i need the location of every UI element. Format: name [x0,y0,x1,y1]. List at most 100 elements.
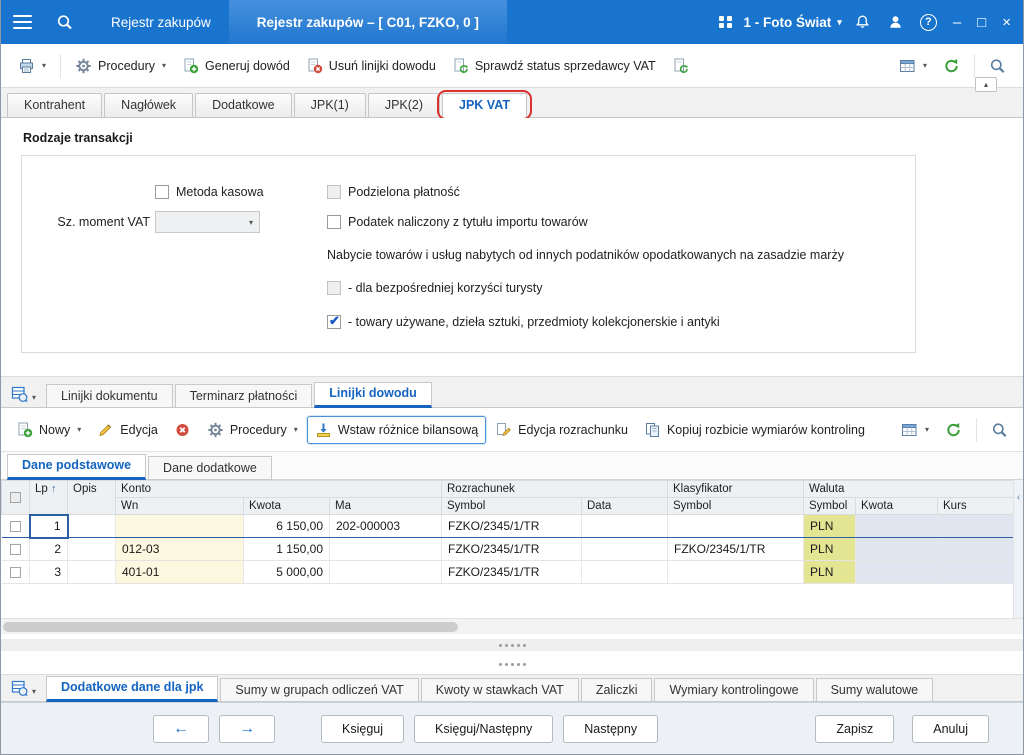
tab-kontrahent[interactable]: Kontrahent [7,93,102,118]
grid-procedures-button[interactable]: Procedury ▾ [200,417,305,443]
cell-ma[interactable] [330,561,442,584]
cell-wn[interactable] [116,515,244,538]
cell-rozrachunek-symbol[interactable]: FZKO/2345/1/TR [442,561,582,584]
checkbox-towary-uzywane[interactable]: - towary używane, dzieła sztuki, przedmi… [327,315,720,329]
cell-select[interactable] [2,538,30,561]
checkbox-icon[interactable] [155,185,169,199]
cell-rozrachunek-symbol[interactable]: FZKO/2345/1/TR [442,515,582,538]
procedures-button[interactable]: Procedury ▾ [68,53,173,79]
row-checkbox[interactable] [10,567,21,578]
column-header-opis[interactable]: Opis [68,481,116,515]
copy-dimension-split-button[interactable]: Kopiuj rozbicie wymiarów kontroling [637,417,872,443]
scrollbar-thumb[interactable] [3,622,458,632]
cell-kurs[interactable] [938,561,1016,584]
tab-dane-dodatkowe[interactable]: Dane dodatkowe [148,456,272,480]
checkbox-korzysc-turysty[interactable]: - dla bezpośredniej korzyści turysty [327,281,543,295]
cell-opis[interactable] [68,515,116,538]
cell-klasyfikator-symbol[interactable]: FZKO/2345/1/TR [668,538,804,561]
column-header-kwota[interactable]: Kwota [244,498,330,515]
cell-lp[interactable]: 3 [30,561,68,584]
zapisz-button[interactable]: Zapisz [815,715,894,743]
tab-sumy-grupy-odliczen[interactable]: Sumy w grupach odliczeń VAT [220,678,418,702]
print-button[interactable]: ▾ [11,53,53,79]
column-header-klasyfikator-symbol[interactable]: Symbol [668,498,804,515]
tab-wymiary-kontrolingowe[interactable]: Wymiary kontrolingowe [654,678,813,702]
cell-kwota[interactable]: 5 000,00 [244,561,330,584]
cell-opis[interactable] [68,561,116,584]
cell-rozrachunek-symbol[interactable]: FZKO/2345/1/TR [442,538,582,561]
edit-line-button[interactable]: Edycja [90,417,165,443]
check-vat-status-icon-button[interactable] [665,53,696,79]
close-button[interactable]: × [994,0,1019,44]
maximize-button[interactable]: □ [969,0,994,44]
cell-lp[interactable]: 1 [30,515,68,538]
grid-refresh-button[interactable] [938,417,969,443]
cell-wn[interactable]: 401-01 [116,561,244,584]
column-header-lp[interactable]: Lp ↑ [30,481,68,515]
checkbox-icon[interactable] [327,281,341,295]
previous-record-button[interactable]: ← [153,715,209,743]
view-settings-button[interactable]: ▾ [892,53,934,79]
tab-dane-podstawowe[interactable]: Dane podstawowe [7,454,146,480]
tab-jpk1[interactable]: JPK(1) [294,93,366,118]
header-checkbox[interactable] [10,492,21,503]
notifications-button[interactable] [846,0,879,44]
select-all-header[interactable] [2,481,30,515]
global-search-button[interactable] [44,0,85,44]
cell-klasyfikator-symbol[interactable] [668,515,804,538]
cell-waluta-kwota[interactable] [856,515,938,538]
cell-wn[interactable]: 012-03 [116,538,244,561]
table-row[interactable]: 2 012-03 1 150,00 FZKO/2345/1/TR FZKO/23… [2,538,1016,561]
cell-select[interactable] [2,515,30,538]
cell-kwota[interactable]: 1 150,00 [244,538,330,561]
column-header-symbol[interactable]: Symbol [442,498,582,515]
tab-linijki-dowodu[interactable]: Linijki dowodu [314,382,432,408]
tab-linijki-dokumentu[interactable]: Linijki dokumentu [46,384,173,408]
anuluj-button[interactable]: Anuluj [912,715,989,743]
horizontal-scrollbar[interactable] [1,618,1023,634]
cell-waluta[interactable]: PLN [804,561,856,584]
cell-kurs[interactable] [938,538,1016,561]
cell-opis[interactable] [68,538,116,561]
grid-search-button[interactable] [984,417,1015,443]
hamburger-menu-button[interactable] [1,0,44,44]
insert-balance-difference-button[interactable]: Wstaw różnice bilansową [307,416,486,444]
tab-zaliczki[interactable]: Zaliczki [581,678,653,702]
user-button[interactable] [879,0,912,44]
refresh-button[interactable] [936,53,967,79]
ribbon-collapse-button[interactable]: ▴ [975,77,997,92]
cell-ma[interactable]: 202-000003 [330,515,442,538]
column-panel-collapse-button[interactable]: ‹ [1013,480,1023,618]
checkbox-checked-icon[interactable] [327,315,341,329]
checkbox-metoda-kasowa[interactable]: Metoda kasowa [155,185,264,199]
cell-data[interactable] [582,538,668,561]
table-row[interactable]: 1 6 150,00 202-000003 FZKO/2345/1/TR PLN [2,515,1016,538]
quick-search-button[interactable] [982,53,1013,79]
row-checkbox[interactable] [10,544,21,555]
delete-line-button[interactable] [167,417,198,443]
tab-sumy-walutowe[interactable]: Sumy walutowe [816,678,934,702]
document-tab-active[interactable]: Rejestr zakupów – [ C01, FZKO, 0 ] [229,0,507,44]
column-header-wn[interactable]: Wn [116,498,244,515]
tab-dodatkowe[interactable]: Dodatkowe [195,93,292,118]
checkbox-podatek-import[interactable]: Podatek naliczony z tytułu importu towar… [327,215,588,229]
tab-jpk2[interactable]: JPK(2) [368,93,440,118]
cell-waluta-kwota[interactable] [856,538,938,561]
table-row[interactable]: 3 401-01 5 000,00 FZKO/2345/1/TR PLN [2,561,1016,584]
column-header-kurs[interactable]: Kurs [938,498,1016,515]
tab-kwoty-stawki-vat[interactable]: Kwoty w stawkach VAT [421,678,579,702]
list-organizer-button[interactable]: ▾ [7,386,44,407]
minimize-button[interactable]: – [945,0,969,44]
tab-terminarz-platnosci[interactable]: Terminarz płatności [175,384,313,408]
apps-grid-icon[interactable] [719,16,732,29]
check-vat-status-button[interactable]: Sprawdź status sprzedawcy VAT [445,53,663,79]
tab-naglowek[interactable]: Nagłówek [104,93,193,118]
ksieguj-button[interactable]: Księguj [321,715,404,743]
cell-lp[interactable]: 2 [30,538,68,561]
column-header-ma[interactable]: Ma [330,498,442,515]
delete-document-lines-button[interactable]: Usuń linijki dowodu [299,53,443,79]
next-record-button[interactable]: → [219,715,275,743]
cell-ma[interactable] [330,538,442,561]
cell-waluta-kwota[interactable] [856,561,938,584]
checkbox-icon[interactable] [327,185,341,199]
